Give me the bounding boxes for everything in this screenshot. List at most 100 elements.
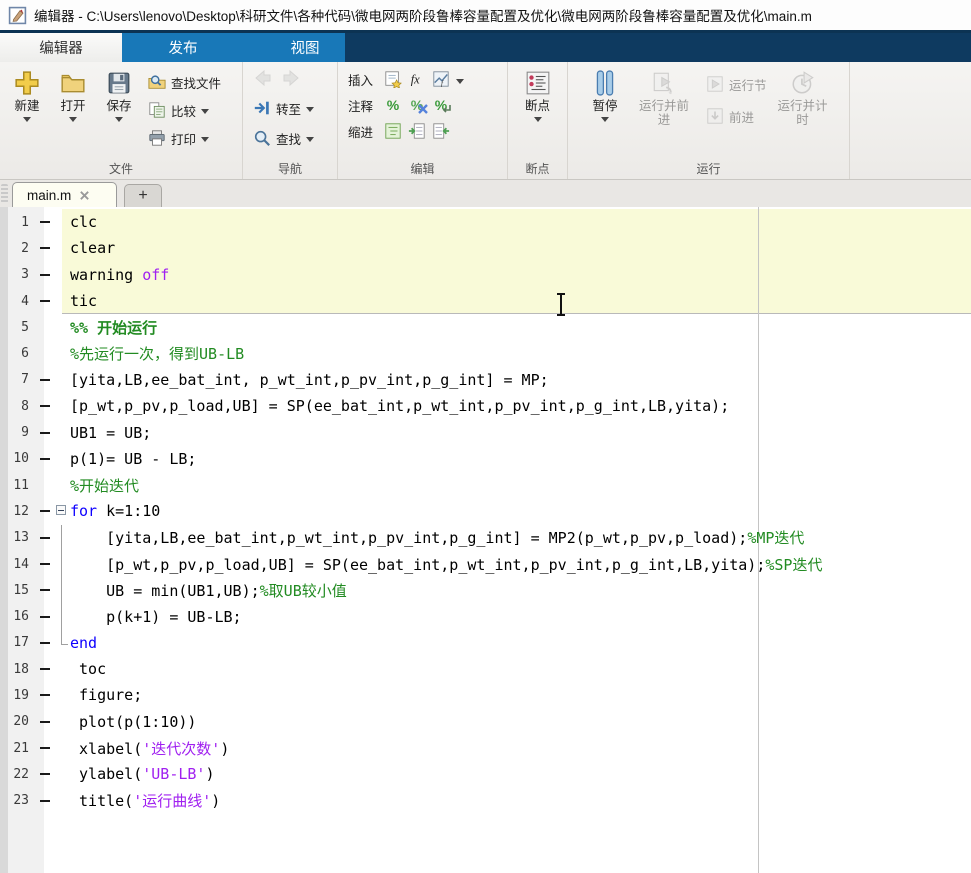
breakpoint-dash-cell[interactable] (36, 378, 54, 381)
code-editor[interactable]: 1 clc 2 clear 3 warning off 4 tic 5 %% 开始运行 6 %先运行一… (0, 207, 971, 873)
insert-function-icon[interactable]: fx (408, 70, 426, 88)
indent-right-icon[interactable] (408, 122, 426, 140)
advance-button[interactable]: 前进 (706, 106, 767, 126)
breakpoint-dash-cell[interactable] (36, 405, 54, 408)
breakpoint-dash-cell[interactable] (36, 273, 54, 276)
code-text[interactable]: p(k+1) = UB-LB; (70, 608, 971, 626)
code-text[interactable]: figure; (70, 686, 971, 704)
find-button[interactable]: 查找 (253, 128, 333, 148)
breakpoint-dash-cell[interactable] (36, 694, 54, 697)
code-text[interactable]: clc (70, 213, 971, 231)
code-line[interactable]: 7 [yita,LB,ee_bat_int, p_wt_int,p_pv_int,… (0, 367, 971, 393)
breakpoint-dash-cell[interactable] (36, 563, 54, 565)
breakpoint-dash-cell[interactable] (36, 221, 54, 224)
print-button[interactable]: 打印 (148, 128, 221, 148)
breakpoint-dash-cell[interactable] (36, 668, 54, 671)
breakpoint-dash-cell[interactable] (36, 247, 54, 250)
code-line[interactable]: 16 p(k+1) = UB-LB; (0, 603, 971, 631)
code-line[interactable]: 8 [p_wt,p_pv,p_load,UB] = SP(ee_bat_int,p… (0, 393, 971, 419)
ribbon-tab-view[interactable]: 视图 (244, 33, 366, 62)
close-icon[interactable] (79, 190, 90, 201)
indent-left-icon[interactable] (432, 122, 450, 140)
code-text[interactable]: %先运行一次，得到UB-LB (70, 343, 971, 364)
breakpoint-dash-cell[interactable] (36, 431, 54, 434)
code-line[interactable]: 12 for k=1:10 (0, 498, 971, 524)
dropdown-arrow-icon[interactable] (456, 78, 464, 84)
run-advance-button[interactable]: 运行并前进 (638, 66, 690, 161)
forward-icon[interactable] (281, 68, 301, 88)
breakpoint-dash-cell[interactable] (36, 747, 54, 750)
code-line[interactable]: 3 warning off (0, 262, 971, 288)
code-line[interactable]: 15 UB = min(UB1,UB);%取UB较小值 (0, 577, 971, 604)
code-text[interactable]: [p_wt,p_pv,p_load,UB] = SP(ee_bat_int,p_… (70, 397, 971, 415)
ribbon-tab-publish[interactable]: 发布 (122, 33, 244, 62)
code-line[interactable]: 20 plot(p(1:10)) (0, 709, 971, 735)
code-text[interactable]: plot(p(1:10)) (70, 713, 971, 731)
code-line[interactable]: 4 tic (0, 288, 971, 314)
code-line[interactable]: 21 xlabel('迭代次数') (0, 735, 971, 761)
find-files-button[interactable]: 查找文件 (148, 72, 221, 92)
breakpoint-dash-cell[interactable] (36, 300, 54, 303)
code-line[interactable]: 23 title('运行曲线') (0, 788, 971, 814)
code-line[interactable]: 17 end (0, 629, 971, 656)
code-line[interactable]: 9 UB1 = UB; (0, 419, 971, 445)
code-line[interactable]: 13 [yita,LB,ee_bat_int,p_wt_int,p_pv_int… (0, 524, 971, 552)
code-line[interactable]: 10 p(1)= UB - LB; (0, 446, 971, 472)
breakpoint-dash-cell[interactable] (36, 457, 54, 460)
new-tab-button[interactable]: + (124, 184, 162, 207)
breakpoint-dash-cell[interactable] (36, 720, 54, 723)
code-text[interactable]: end (70, 634, 971, 652)
code-text[interactable]: warning off (70, 266, 971, 284)
new-button[interactable]: 新建 (4, 66, 50, 161)
breakpoints-button[interactable]: 断点 (515, 66, 561, 161)
code-text[interactable]: %开始迭代 (70, 475, 971, 496)
code-text[interactable]: xlabel('迭代次数') (70, 738, 971, 759)
breakpoint-dash-cell[interactable] (36, 615, 54, 618)
save-button[interactable]: 保存 (96, 66, 142, 161)
pause-button[interactable]: 暂停 (582, 66, 628, 161)
code-line[interactable]: 1 clc (0, 209, 971, 235)
breakpoint-dash-cell[interactable] (36, 773, 54, 776)
code-text[interactable]: p(1)= UB - LB; (70, 450, 971, 468)
breakpoint-dash-cell[interactable] (36, 641, 54, 644)
code-text[interactable]: for k=1:10 (70, 502, 971, 520)
tab-main-m[interactable]: main.m (12, 182, 117, 207)
code-text[interactable]: [p_wt,p_pv,p_load,UB] = SP(ee_bat_int,p_… (70, 554, 971, 575)
insert-section-icon[interactable] (384, 70, 402, 88)
code-text[interactable]: tic (70, 292, 971, 310)
code-line[interactable]: 6 %先运行一次，得到UB-LB (0, 340, 971, 366)
code-line[interactable]: 11 %开始迭代 (0, 472, 971, 498)
code-text[interactable]: toc (70, 660, 971, 678)
code-line[interactable]: 19 figure; (0, 682, 971, 708)
code-text[interactable]: ylabel('UB-LB') (70, 765, 971, 783)
ribbon-tab-editor[interactable]: 编辑器 (0, 33, 122, 62)
insert-chart-icon[interactable]: f (432, 70, 450, 88)
fold-gutter[interactable] (54, 498, 70, 524)
code-line[interactable]: 22 ylabel('UB-LB') (0, 761, 971, 787)
tabbar-grip-handle[interactable] (1, 184, 8, 203)
smart-indent-icon[interactable] (384, 122, 402, 140)
code-line[interactable]: 2 clear (0, 235, 971, 261)
breakpoint-dash-cell[interactable] (36, 589, 54, 592)
open-button[interactable]: 打开 (50, 66, 96, 161)
breakpoint-dash-cell[interactable] (36, 510, 54, 513)
goto-button[interactable]: 转至 (253, 98, 333, 118)
uncomment-icon[interactable]: % (408, 96, 428, 114)
breakpoint-dash-cell[interactable] (36, 536, 54, 539)
run-section-button[interactable]: 运行节 (706, 74, 767, 94)
fold-collapse-icon[interactable] (56, 505, 66, 516)
code-text[interactable]: %% 开始运行 (70, 317, 971, 338)
code-text[interactable]: [yita,LB,ee_bat_int, p_wt_int,p_pv_int,p… (70, 371, 971, 389)
code-text[interactable]: clear (70, 239, 971, 257)
code-line[interactable]: 5 %% 开始运行 (0, 314, 971, 340)
code-line[interactable]: 14 [p_wt,p_pv,p_load,UB] = SP(ee_bat_int… (0, 550, 971, 578)
breakpoint-dash-cell[interactable] (36, 799, 54, 802)
run-time-button[interactable]: 运行并计时 (777, 66, 829, 161)
comment-icon[interactable]: % (384, 96, 402, 114)
back-icon[interactable] (253, 68, 273, 88)
code-text[interactable]: title('运行曲线') (70, 790, 971, 811)
code-text[interactable]: [yita,LB,ee_bat_int,p_wt_int,p_pv_int,p_… (70, 527, 971, 548)
code-line[interactable]: 18 toc (0, 656, 971, 682)
code-text[interactable]: UB1 = UB; (70, 424, 971, 442)
wrap-comments-icon[interactable]: % (432, 96, 451, 114)
